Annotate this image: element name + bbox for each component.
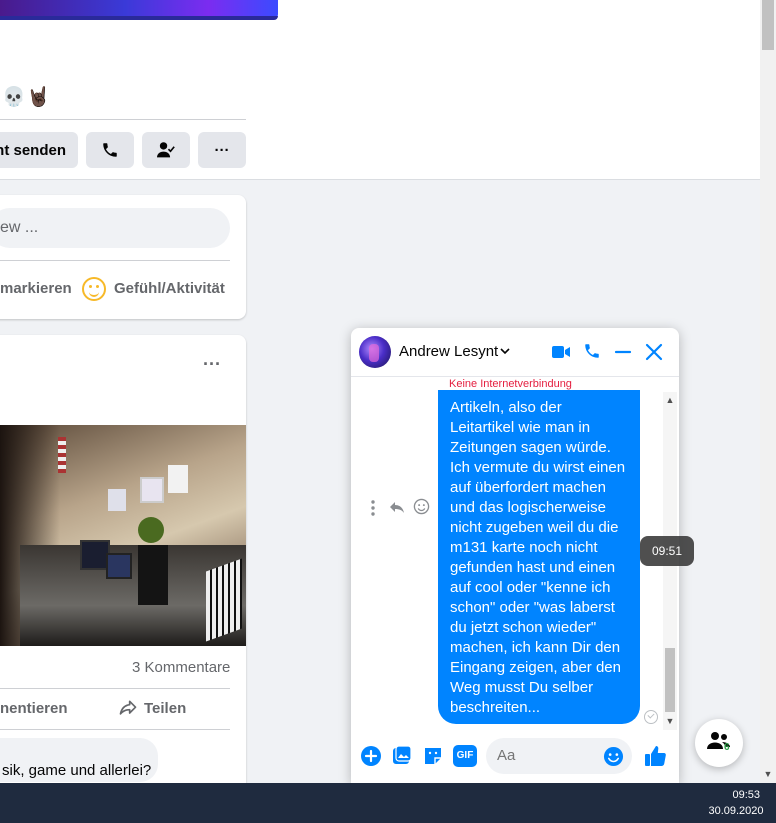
page-scrollbar[interactable]: [760, 0, 776, 783]
post-photo[interactable]: [0, 425, 246, 646]
avatar[interactable]: [359, 336, 391, 368]
video-call-icon[interactable]: [551, 343, 571, 361]
sent-check-icon: [644, 710, 658, 724]
divider: [0, 688, 230, 689]
message-time-tooltip: 09:51: [640, 536, 694, 566]
feeling-activity-button[interactable]: Gefühl/Aktivität: [114, 279, 225, 299]
chat-scrollbar-thumb[interactable]: [665, 648, 675, 712]
divider: [0, 729, 230, 730]
taskbar: [0, 783, 776, 823]
more-options-button[interactable]: ···: [198, 132, 246, 168]
scroll-down-icon[interactable]: ▼: [762, 767, 774, 781]
call-button[interactable]: [86, 132, 134, 168]
minimize-icon[interactable]: [614, 343, 632, 361]
taskbar-clock-date[interactable]: 30.09.2020: [700, 804, 772, 818]
thumbs-up-icon[interactable]: [643, 744, 667, 768]
tag-people-button[interactable]: markieren: [0, 279, 72, 299]
phone-icon: [103, 143, 117, 157]
page-scrollbar-thumb[interactable]: [762, 0, 774, 50]
friend-status-button[interactable]: [142, 132, 190, 168]
divider: [0, 260, 230, 261]
message-bubble[interactable]: Artikeln, also der Leitartikel wie man i…: [438, 390, 640, 724]
plus-circle-icon[interactable]: [360, 745, 382, 767]
chevron-down-icon[interactable]: [500, 346, 510, 356]
friend-check-icon: [157, 142, 175, 158]
comments-count[interactable]: 3 Kommentare: [132, 659, 230, 677]
divider: [0, 119, 246, 120]
post-more-button[interactable]: ···: [200, 352, 224, 376]
share-button[interactable]: Teilen: [144, 700, 186, 718]
connection-warning: Keine Internetverbindung: [449, 378, 572, 390]
more-label: ···: [214, 141, 230, 159]
profile-bio: 💀🤘🏿: [2, 86, 52, 108]
scroll-down-icon[interactable]: ▼: [663, 714, 677, 728]
photo-icon[interactable]: [391, 745, 413, 767]
gif-icon[interactable]: GIF: [453, 745, 477, 767]
react-smiley-icon[interactable]: [413, 498, 430, 515]
comment-bubble: sik, game und allerlei?: [0, 738, 158, 782]
gif-label: GIF: [456, 750, 474, 761]
close-icon[interactable]: [644, 342, 664, 362]
share-icon[interactable]: [118, 698, 138, 718]
divider: [351, 376, 679, 377]
comment-button[interactable]: nentieren: [0, 700, 68, 718]
scroll-up-icon[interactable]: ▲: [663, 393, 677, 407]
sticker-icon[interactable]: [422, 745, 444, 767]
cover-photo[interactable]: [0, 0, 278, 20]
send-message-button[interactable]: ht senden: [0, 132, 78, 168]
emoji-icon[interactable]: [603, 746, 624, 767]
smiley-icon[interactable]: [82, 277, 106, 301]
reply-icon[interactable]: [388, 499, 406, 515]
send-message-label: ht senden: [0, 141, 66, 159]
online-count-badge: 6: [724, 742, 730, 753]
composer-input[interactable]: ew ...: [0, 208, 230, 248]
phone-icon[interactable]: [583, 342, 601, 360]
more-vertical-icon[interactable]: [368, 499, 378, 517]
taskbar-clock-time[interactable]: 09:53: [700, 788, 760, 802]
chat-contact-name[interactable]: Andrew Lesynt: [399, 343, 498, 361]
